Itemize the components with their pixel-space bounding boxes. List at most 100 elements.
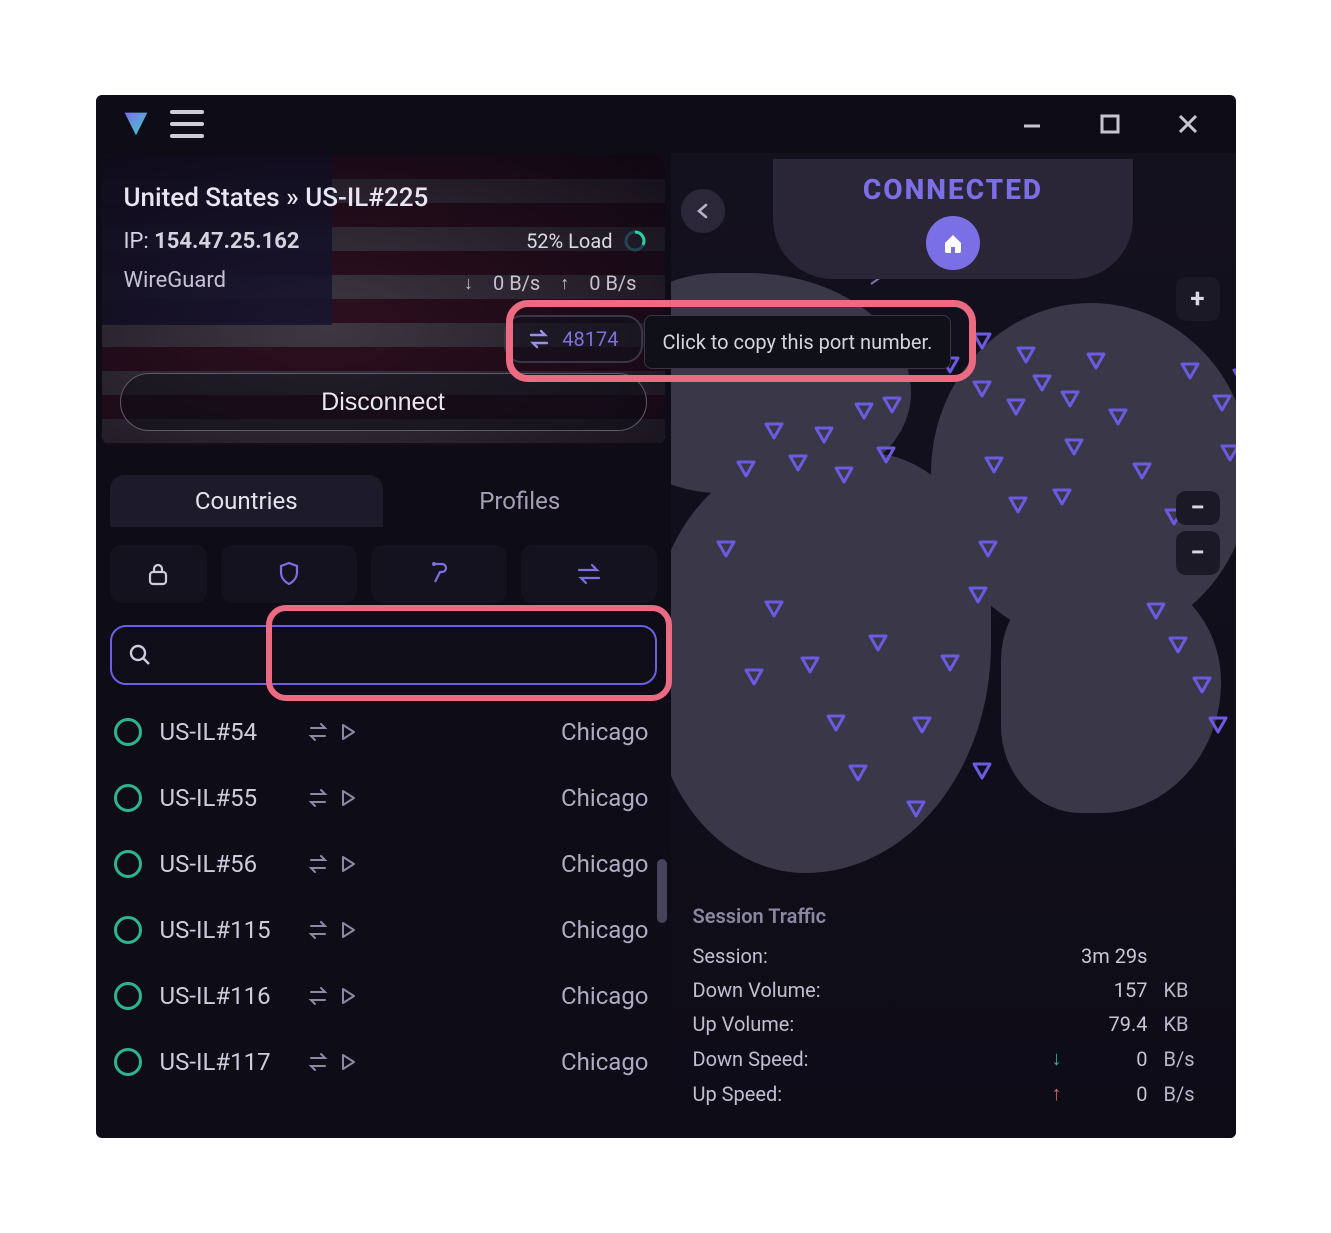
- server-city: Chicago: [561, 1048, 648, 1076]
- tab-profiles[interactable]: Profiles: [383, 475, 657, 527]
- stat-unit: KB: [1164, 978, 1214, 1002]
- server-row[interactable]: US-IL#56Chicago: [106, 831, 669, 897]
- map-panel: CONNECTED + − − Session Traffic Session:…: [671, 153, 1236, 1138]
- server-row[interactable]: US-IL#115Chicago: [106, 897, 669, 963]
- close-button[interactable]: [1168, 104, 1208, 144]
- stat-value: 3m 29s: [1078, 944, 1148, 968]
- map-pin-icon[interactable]: [1015, 343, 1037, 365]
- map-pin-icon[interactable]: [971, 377, 993, 399]
- filter-p2p-button[interactable]: [371, 545, 507, 603]
- server-city: Chicago: [561, 916, 648, 944]
- stat-value: 79.4: [1078, 1012, 1148, 1036]
- map-pin-icon[interactable]: [833, 463, 855, 485]
- disconnect-button[interactable]: Disconnect: [120, 373, 647, 431]
- swap-icon: [308, 921, 330, 939]
- search-box[interactable]: [110, 625, 657, 685]
- server-row[interactable]: US-IL#54Chicago: [106, 699, 669, 765]
- map-pin-icon[interactable]: [983, 453, 1005, 475]
- filter-row: [110, 545, 657, 603]
- map-pin-icon[interactable]: [967, 583, 989, 605]
- map-pin-icon[interactable]: [763, 419, 785, 441]
- zoom-out-small-button[interactable]: −: [1176, 491, 1220, 525]
- map-pin-icon[interactable]: [1207, 713, 1229, 735]
- map-pin-icon[interactable]: [743, 665, 765, 687]
- map-pin-icon[interactable]: [1231, 365, 1236, 387]
- map-pin-icon[interactable]: [1085, 349, 1107, 371]
- map-pin-icon[interactable]: [787, 451, 809, 473]
- menu-button[interactable]: [170, 110, 204, 138]
- stat-key: Down Volume:: [693, 978, 873, 1002]
- map-pin-icon[interactable]: [735, 457, 757, 479]
- map-pin-icon[interactable]: [1051, 485, 1073, 507]
- filter-lock-button[interactable]: [110, 545, 207, 603]
- map-pin-icon[interactable]: [971, 759, 993, 781]
- tab-countries[interactable]: Countries: [110, 475, 384, 527]
- ip-label: IP:: [124, 229, 149, 254]
- load-ring-icon: [114, 850, 142, 878]
- server-row[interactable]: US-IL#116Chicago: [106, 963, 669, 1029]
- map-pin-icon[interactable]: [881, 393, 903, 415]
- minimize-button[interactable]: [1012, 104, 1052, 144]
- map-pin-icon[interactable]: [1059, 387, 1081, 409]
- map-pin-icon[interactable]: [971, 329, 993, 351]
- play-icon: [340, 1053, 356, 1071]
- map-pin-icon[interactable]: [1007, 493, 1029, 515]
- map-pin-icon[interactable]: [1145, 599, 1167, 621]
- filter-swap-button[interactable]: [521, 545, 657, 603]
- port-chip[interactable]: 48174: [504, 315, 642, 363]
- stat-key: Up Speed:: [693, 1082, 873, 1106]
- map-pin-icon[interactable]: [1107, 405, 1129, 427]
- map-pin-icon[interactable]: [939, 651, 961, 673]
- map-pin-icon[interactable]: [853, 399, 875, 421]
- shield-icon: [277, 560, 301, 588]
- map-pin-icon[interactable]: [799, 653, 821, 675]
- swap-icon: [308, 1053, 330, 1071]
- map-pin-icon[interactable]: [1005, 395, 1027, 417]
- scrollbar[interactable]: [657, 699, 667, 1138]
- home-button[interactable]: [926, 216, 980, 270]
- app-window: United States » US-IL#225 IP: 154.47.25.…: [96, 95, 1236, 1138]
- map-pin-icon[interactable]: [1031, 371, 1053, 393]
- swap-icon: [528, 329, 550, 349]
- map-pin-icon[interactable]: [847, 761, 869, 783]
- server-row[interactable]: US-IL#117 Chicago: [106, 1029, 669, 1095]
- load-ring-icon: [114, 1048, 142, 1076]
- map-pin-icon[interactable]: [813, 423, 835, 445]
- server-list: US-IL#54ChicagoUS-IL#55ChicagoUS-IL#56Ch…: [106, 699, 669, 1138]
- map-pin-icon[interactable]: [867, 631, 889, 653]
- map-pin-icon[interactable]: [875, 443, 897, 465]
- map-pin-icon[interactable]: [715, 537, 737, 559]
- map-pin-icon[interactable]: [1131, 459, 1153, 481]
- server-name: US-IL#117: [160, 1048, 300, 1076]
- server-name: US-IL#116: [160, 982, 300, 1010]
- map-pin-icon[interactable]: [1167, 633, 1189, 655]
- scrollbar-thumb[interactable]: [657, 859, 667, 923]
- filter-shield-button[interactable]: [221, 545, 357, 603]
- stat-row: Session:3m 29s: [693, 944, 1214, 968]
- map-pin-icon[interactable]: [763, 597, 785, 619]
- map-back-button[interactable]: [681, 189, 725, 233]
- map-pin-icon[interactable]: [825, 711, 847, 733]
- country-name: United States: [124, 183, 280, 213]
- map-pin-icon[interactable]: [911, 713, 933, 735]
- server-name: US-IL#54: [160, 718, 300, 746]
- zoom-out-button[interactable]: −: [1176, 531, 1220, 575]
- load-ring-icon: [114, 784, 142, 812]
- map-pin-icon[interactable]: [1219, 441, 1236, 463]
- maximize-button[interactable]: [1090, 104, 1130, 144]
- server-row[interactable]: US-IL#55Chicago: [106, 765, 669, 831]
- app-logo-icon: [116, 104, 156, 144]
- map-pin-icon[interactable]: [905, 797, 927, 819]
- map-pin-icon[interactable]: [1191, 673, 1213, 695]
- stat-row: Up Speed:↑0B/s: [693, 1081, 1214, 1106]
- map-pin-icon[interactable]: [1063, 435, 1085, 457]
- server-city: Chicago: [561, 850, 648, 878]
- server-name: US-IL#55: [160, 784, 300, 812]
- map-pin-icon[interactable]: [977, 537, 999, 559]
- search-input[interactable]: [164, 644, 639, 667]
- chevron-left-icon: [694, 202, 712, 220]
- ip-value: 154.47.25.162: [154, 229, 299, 254]
- zoom-in-button[interactable]: +: [1176, 277, 1220, 321]
- home-icon: [941, 231, 965, 255]
- p2p-icon: [427, 560, 451, 588]
